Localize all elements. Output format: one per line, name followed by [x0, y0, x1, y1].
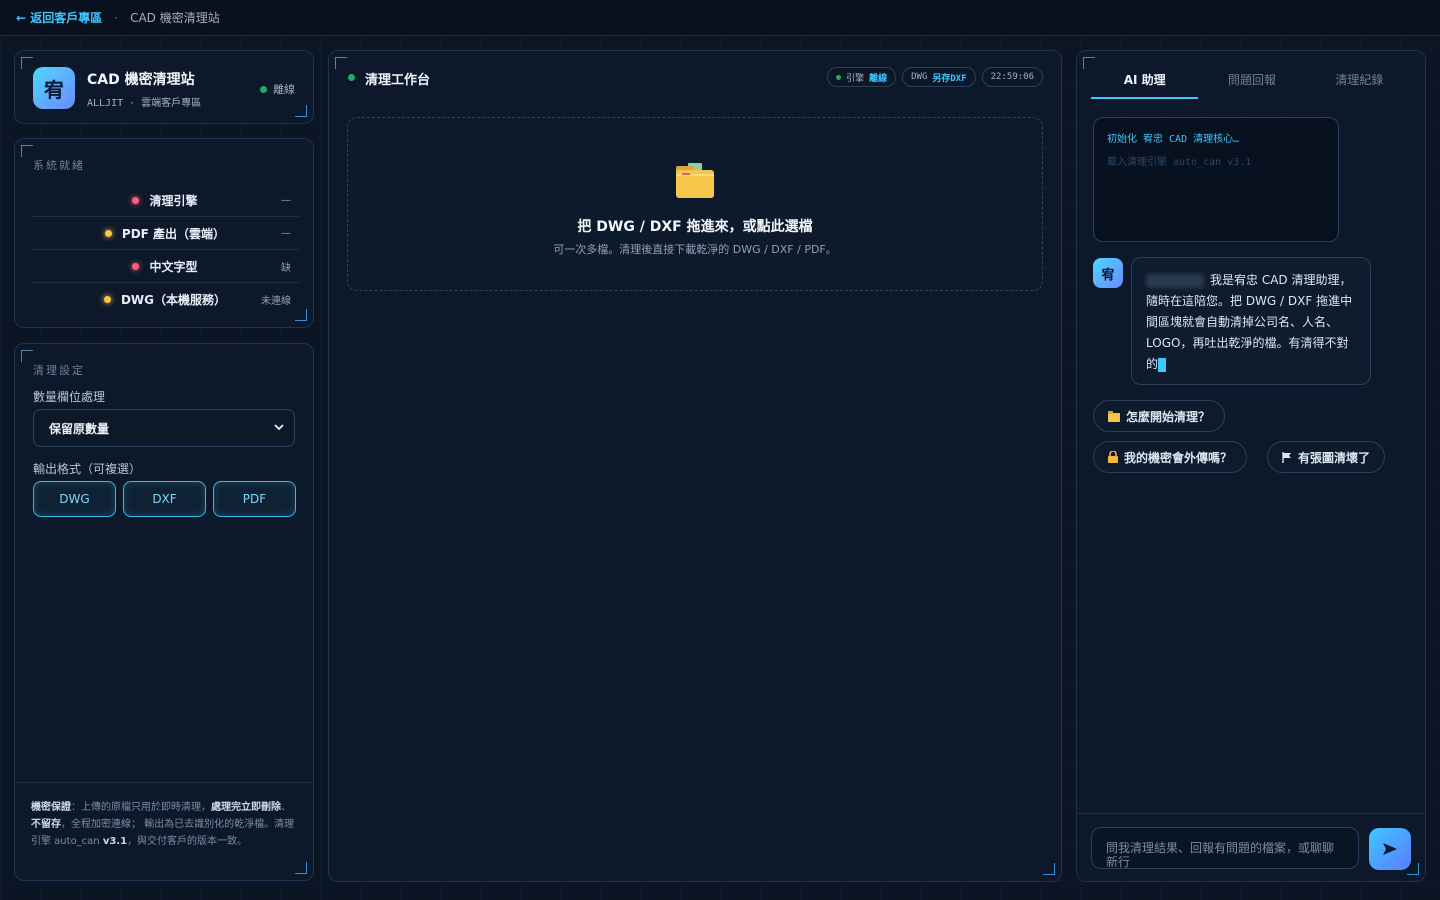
breadcrumb-current: CAD 機密清理站 [130, 11, 220, 25]
workspace-title: 清理工作台 [365, 73, 431, 88]
workspace-panel: 清理工作台 引擎 離線 DWG 另存DXF 22:59:06 把 DWG / D… [328, 50, 1062, 882]
boot-terminal: 初始化 宥忠 CAD 清理核心… 載入清理引擎 auto_can v3.1 [1093, 117, 1339, 242]
privacy-notice: 機密保證：上傳的原檔只用於即時清理，處理完立即刪除、不留存，全程加密連線； 輸出… [15, 782, 313, 880]
redacted-text [1146, 273, 1204, 288]
badge-value: 另存DXF [932, 73, 967, 84]
dropzone-title: 把 DWG / DXF 拖進來，或點此選檔 [577, 219, 813, 235]
suggestion-chip-how-to-start[interactable]: 怎麼開始清理？ [1093, 400, 1226, 432]
message-input[interactable]: 問我清理結果、回報有問題的檔案，或聊聊新行 [1091, 827, 1359, 869]
terminal-line: 載入清理引擎 auto_can v3.1 [1107, 157, 1252, 168]
settings-title: 清理設定 [33, 364, 85, 377]
badge-label: 引擎 [846, 73, 865, 84]
connection-status-label: 離線 [273, 83, 295, 96]
status-row-engine: 清理引擎 — [31, 184, 299, 217]
assistant-message-bubble: 我是宥忠 CAD 清理助理，隨時在這陪您。把 DWG / DXF 拖進中間區塊就… [1131, 257, 1371, 385]
workspace-badges: 引擎 離線 DWG 另存DXF 22:59:06 [827, 67, 1043, 87]
top-bar: ← 返回客戶專區 · CAD 機密清理站 [0, 0, 1440, 36]
typing-cursor-icon [1158, 357, 1167, 372]
suggestion-chip-privacy[interactable]: 我的機密會外傳嗎？ [1093, 441, 1248, 473]
assistant-avatar: 宥 [1093, 258, 1123, 288]
chip-label: 有張圖清壞了 [1298, 450, 1371, 465]
corner-decoration [295, 105, 307, 117]
tab-clean-history[interactable]: 清理紀錄 [1306, 71, 1413, 99]
notice-emphasis: 機密保證 [31, 802, 71, 813]
assistant-tabs: AI 助理 問題回報 清理紀錄 [1091, 71, 1413, 99]
corner-decoration [1083, 57, 1095, 69]
chip-label: 我的機密會外傳嗎？ [1124, 450, 1233, 465]
status-dot-icon [103, 296, 111, 303]
badge-label: DWG [911, 72, 928, 82]
brand-subtitle: ALLJIT · 雲端客戶專區 [87, 98, 202, 109]
send-button[interactable] [1369, 828, 1411, 870]
engine-status-badge: 引擎 離線 [827, 67, 897, 87]
status-dot-icon [836, 74, 842, 80]
chip-label: 怎麼開始清理？ [1126, 409, 1211, 424]
status-label: DWG（本機服務） [120, 293, 227, 307]
brand-title: CAD 機密清理站 [87, 72, 195, 88]
corner-decoration [21, 350, 33, 362]
status-list: 清理引擎 — PDF 產出（雲端） — 中文字型 缺 DWG（本機服務） 未連線 [31, 184, 299, 316]
chevron-down-icon [274, 424, 284, 431]
brand-card: 宥 CAD 機密清理站 ALLJIT · 雲端客戶專區 離線 [14, 50, 314, 124]
status-row-pdf: PDF 產出（雲端） — [31, 217, 299, 250]
notice-text: ，與交付客戶的版本一致。 [127, 836, 248, 847]
format-field-label: 輸出格式（可複選） [33, 462, 142, 476]
status-dot-icon [132, 262, 140, 270]
status-value: 未連線 [261, 296, 291, 307]
status-value: 缺 [281, 262, 291, 274]
notice-text: ：上傳的原檔只用於即時清理， [71, 802, 211, 813]
tab-issue-report[interactable]: 問題回報 [1198, 71, 1305, 99]
workspace-status-dot-icon [348, 74, 355, 81]
tab-ai-assistant[interactable]: AI 助理 [1091, 71, 1199, 99]
badge-value: 離線 [869, 73, 888, 84]
clock-value: 22:59:06 [990, 72, 1034, 82]
status-label: PDF 產出（雲端） [121, 226, 226, 241]
format-pdf-toggle[interactable]: PDF [213, 481, 296, 517]
status-dot-icon [132, 196, 140, 204]
status-label: 中文字型 [149, 259, 198, 274]
corner-decoration [21, 57, 33, 69]
quantity-field-label: 數量欄位處理 [33, 390, 106, 404]
connection-status: 離線 [260, 81, 295, 97]
quantity-select-value: 保留原數量 [49, 421, 110, 436]
format-dwg-toggle[interactable]: DWG [33, 481, 116, 517]
breadcrumb-separator: · [114, 10, 119, 25]
status-value: — [281, 227, 291, 239]
assistant-panel: AI 助理 問題回報 清理紀錄 初始化 宥忠 CAD 清理核心… 載入清理引擎 … [1076, 50, 1426, 882]
notice-text: 、 [281, 802, 291, 813]
status-row-dwg: DWG（本機服務） 未連線 [31, 283, 299, 316]
dwg-mode-badge: DWG 另存DXF [902, 67, 976, 87]
settings-panel: 清理設定 數量欄位處理 保留原數量 輸出格式（可複選） DWG DXF PDF … [14, 343, 314, 881]
format-dxf-toggle[interactable]: DXF [123, 481, 206, 517]
clock-badge: 22:59:06 [981, 67, 1043, 87]
corner-decoration [335, 57, 347, 69]
quantity-select[interactable]: 保留原數量 [33, 409, 295, 447]
status-row-font: 中文字型 缺 [31, 250, 299, 283]
message-composer: 問我清理結果、回報有問題的檔案，或聊聊新行 [1077, 813, 1425, 881]
notice-emphasis: 不留存 [31, 819, 61, 830]
notice-emphasis: 處理完立即刪除 [211, 802, 281, 813]
lock-icon [1108, 451, 1118, 463]
terminal-line: 初始化 宥忠 CAD 清理核心… [1107, 134, 1240, 145]
corner-decoration [21, 145, 33, 157]
flag-icon [1282, 451, 1291, 463]
file-dropzone[interactable]: 把 DWG / DXF 拖進來，或點此選檔 可一次多檔。清理後直接下載乾淨的 D… [347, 117, 1043, 291]
notice-emphasis: v3.1 [102, 836, 128, 847]
assistant-message-text: 我是宥忠 CAD 清理助理，隨時在這陪您。把 DWG / DXF 拖進中間區塊就… [1146, 273, 1353, 371]
system-status-title: 系統就緒 [33, 159, 85, 172]
send-icon [1383, 843, 1397, 855]
folder-icon [676, 163, 714, 198]
dropzone-subtitle: 可一次多檔。清理後直接下載乾淨的 DWG / DXF / PDF。 [553, 243, 837, 256]
suggestion-chip-report-broken[interactable]: 有張圖清壞了 [1267, 441, 1386, 473]
status-dot-icon [260, 85, 267, 93]
system-status-panel: 系統就緒 清理引擎 — PDF 產出（雲端） — 中文字型 缺 DWG（本機服務… [14, 138, 314, 328]
corner-decoration [1043, 863, 1055, 875]
status-label: 清理引擎 [149, 193, 198, 208]
back-to-client-area-link[interactable]: ← 返回客戶專區 [16, 9, 102, 26]
format-toggle-group: DWG DXF PDF [33, 481, 296, 517]
folder-icon [1108, 410, 1120, 422]
brand-logo: 宥 [33, 67, 75, 109]
status-value: — [281, 194, 291, 206]
status-dot-icon [104, 229, 112, 237]
